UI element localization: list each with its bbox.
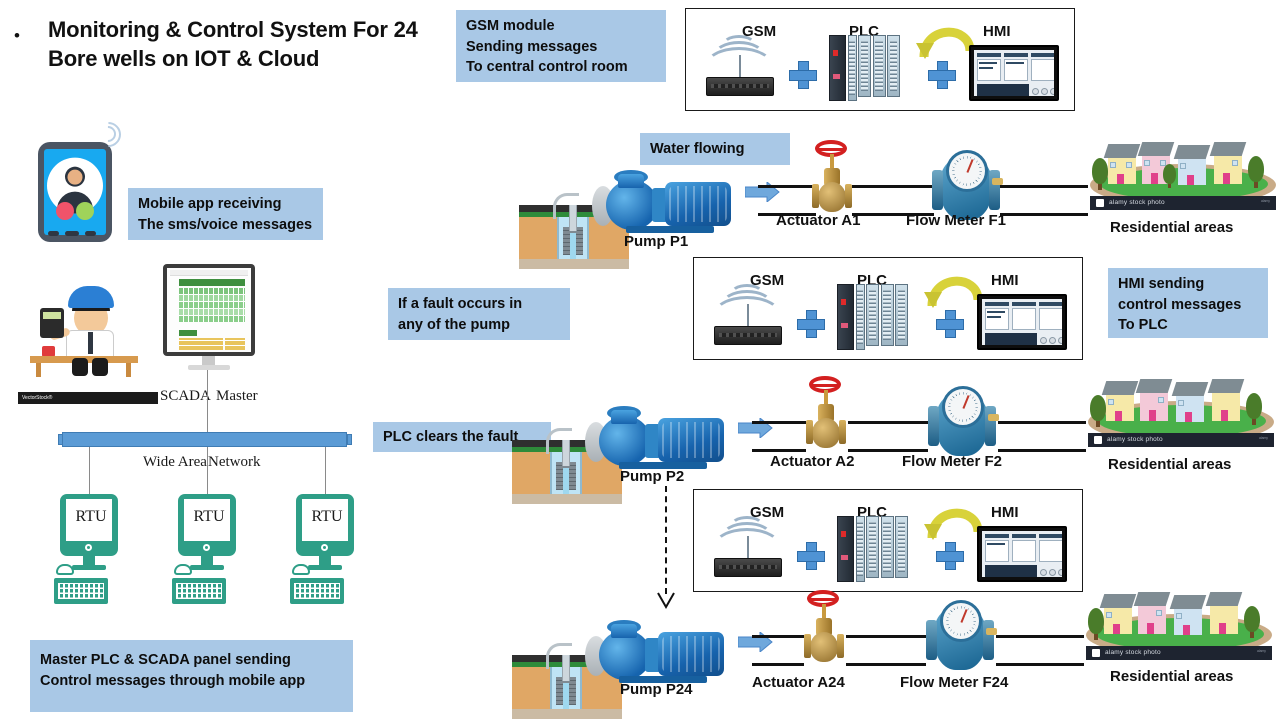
title-bullet: • (14, 26, 20, 45)
alamy-watermark-bar-2: alamy stock photo alamy (1088, 433, 1274, 447)
module-label-hmi: HMI (983, 23, 1011, 40)
gsm-device-icon (708, 510, 788, 582)
alamy-watermark-text: alamy stock photo (1109, 199, 1165, 206)
hmi-panel-icon (977, 526, 1067, 582)
actuator-valve-1 (806, 140, 858, 218)
flowmeter-label-1: Flow Meter F1 (906, 212, 1007, 229)
scada-label-right: Master (216, 388, 258, 404)
module-gsm-plc-hmi-1: GSM PLC HMI (685, 8, 1075, 111)
plus-icon-2 (936, 310, 964, 338)
vectorstock-watermark: VectorStock® (18, 392, 158, 404)
gsm-device-icon (700, 29, 780, 101)
avatar (47, 157, 103, 214)
caption-hmi-sending: HMI sending control messages To PLC (1108, 268, 1268, 338)
decline-call-icon (56, 201, 75, 220)
pump-24 (585, 620, 735, 684)
rtu-label: RTU (75, 508, 107, 525)
residential-area-1: alamy stock photo alamy (1086, 138, 1280, 216)
module-gsm-plc-hmi-2: GSM PLC HMI (693, 257, 1083, 360)
flowmeter-label-24: Flow Meter F24 (900, 674, 1009, 691)
plus-icon-1 (789, 61, 817, 89)
residential-label-1: Residential areas (1110, 219, 1234, 236)
slide-canvas: • Monitoring & Control System For 24 Bor… (0, 0, 1280, 720)
module-label-hmi: HMI (991, 504, 1019, 521)
gsm-device-icon (708, 278, 788, 350)
plus-icon-2 (928, 61, 956, 89)
alamy-watermark-text: alamy stock photo (1105, 649, 1161, 656)
plus-icon-2 (936, 542, 964, 570)
rtu-terminal-3: RTU (288, 494, 366, 609)
actuator-label-24: Actuator A24 (752, 674, 845, 691)
pump-1 (592, 170, 742, 234)
rtu-label: RTU (193, 508, 225, 525)
pump-2 (585, 406, 735, 470)
alamy-watermark-bar-1: alamy stock photo alamy (1090, 196, 1276, 210)
plc-device-icon (837, 284, 908, 350)
pump-label-2: Pump P2 (620, 468, 685, 485)
caption-mobile-app: Mobile app receiving The sms/voice messa… (128, 188, 323, 240)
plus-icon-1 (797, 542, 825, 570)
rtu-terminal-2: RTU (170, 494, 248, 609)
hmi-panel-icon (977, 294, 1067, 350)
caption-gsm-module: GSM module Sending messages To central c… (456, 10, 666, 82)
page-title: Monitoring & Control System For 24 Bore … (48, 17, 418, 71)
plus-icon-1 (797, 310, 825, 338)
caption-water-flowing: Water flowing (640, 133, 790, 165)
scada-monitor (163, 264, 255, 356)
alamy-watermark-text: alamy stock photo (1107, 436, 1163, 443)
hmi-panel-icon (969, 45, 1059, 101)
caption-fault-occurs: If a fault occurs in any of the pump (388, 288, 570, 340)
wide-area-network-bar (62, 432, 347, 447)
engineer-illustration (22, 278, 152, 377)
rtu-label: RTU (311, 508, 343, 525)
accept-call-icon (75, 201, 94, 220)
actuator-valve-2 (800, 376, 852, 454)
actuator-valve-24 (798, 590, 850, 668)
pump-series-connector (665, 486, 667, 594)
flow-meter-2 (926, 384, 1000, 460)
mobile-phone-icon (38, 142, 112, 242)
pump-label-1: Pump P1 (624, 233, 689, 250)
module-label-hmi: HMI (991, 272, 1019, 289)
module-gsm-plc-hmi-3: GSM PLC HMI (693, 489, 1083, 592)
pump-series-arrowhead (657, 592, 675, 610)
actuator-label-2: Actuator A2 (770, 453, 855, 470)
flow-meter-24 (924, 598, 998, 674)
scada-label-left: SCADA (160, 388, 211, 404)
flowmeter-label-2: Flow Meter F2 (902, 453, 1003, 470)
wan-label-left: Wide Area (143, 454, 207, 470)
caption-master-plc: Master PLC & SCADA panel sending Control… (30, 640, 353, 712)
actuator-label-1: Actuator A1 (776, 212, 861, 229)
residential-area-24: alamy stock photo alamy (1082, 588, 1276, 666)
pump-label-24: Pump P24 (620, 681, 693, 698)
vectorstock-text: VectorStock® (22, 395, 53, 401)
wan-label-right: Network (208, 454, 261, 470)
plc-device-icon (837, 516, 908, 582)
residential-label-2: Residential areas (1108, 456, 1232, 473)
residential-label-24: Residential areas (1110, 668, 1234, 685)
plc-device-icon (829, 35, 900, 101)
alamy-watermark-bar-24: alamy stock photo alamy (1086, 646, 1272, 660)
rtu-terminal-1: RTU (52, 494, 130, 609)
residential-area-2: alamy stock photo alamy (1084, 375, 1278, 453)
